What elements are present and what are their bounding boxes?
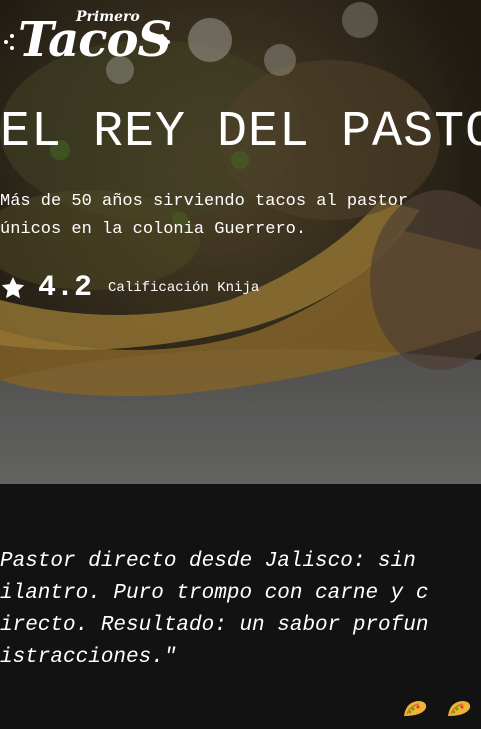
logo-dots-right [160,34,172,50]
rating: 4.2 Calificación Knija [0,270,259,306]
taco-icons [402,698,472,720]
quote-text: Pastor directo desde Jalisco: sin ilantr… [0,550,429,669]
hero-subtitle-line1: Más de 50 años sirviendo tacos al pastor [0,192,409,211]
hero-subtitle-line2: únicos en la colonia Guerrero. [0,220,307,239]
quote-section: Pastor directo desde Jalisco: sin ilantr… [0,484,481,729]
hero-subtitle: Más de 50 años sirviendo tacos al pastor… [0,188,481,244]
logo-main-text: TacoS [18,12,172,68]
logo-dots-left [4,34,16,50]
hero-section: Primero TacoS EL REY DEL PASTOR Más de 5… [0,0,481,484]
star-icon [1,276,25,299]
taco-icon [448,701,471,716]
rating-label: Calificación Knija [108,280,260,296]
hero-title: EL REY DEL PASTOR [0,104,481,161]
brand-logo[interactable]: Primero TacoS [4,6,174,70]
taco-icon [404,701,427,716]
rating-value: 4.2 [38,271,93,305]
